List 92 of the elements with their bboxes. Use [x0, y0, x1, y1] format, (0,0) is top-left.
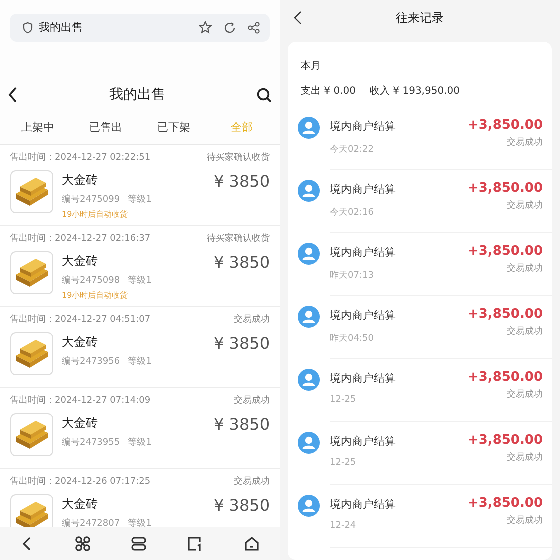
grade-label: 等级1 [128, 518, 152, 527]
product-name: 大金砖 [62, 172, 99, 189]
record-status: 交易成功 [506, 514, 543, 527]
tab[interactable]: 已售出 [72, 120, 140, 134]
command-icon[interactable] [74, 536, 91, 552]
amount: +3,850.00 [468, 370, 543, 385]
product-name: 大金砖 [62, 415, 99, 432]
tab[interactable]: 已下架 [140, 120, 208, 134]
record-title: 境内商户结算 [330, 119, 396, 134]
amount: +3,850.00 [468, 496, 543, 511]
order-status: 待买家确认收货 [207, 152, 270, 164]
record-status: 交易成功 [506, 326, 543, 338]
amount: +3,850.00 [468, 181, 543, 196]
record-time: 12-25 [330, 458, 358, 468]
price: ¥ 3850 [214, 334, 270, 353]
record-status: 交易成功 [506, 452, 543, 464]
avatar-icon [298, 243, 320, 265]
amount: +3,850.00 [468, 244, 543, 259]
tabs-icon[interactable] [187, 536, 204, 552]
period-label: 本月 [300, 60, 322, 74]
price: ¥ 3850 [214, 496, 270, 515]
grade-label: 等级1 [128, 436, 152, 449]
expense-total: 支出 ¥ 0.00 [301, 86, 356, 97]
sold-time: 售出时间：2024-12-27 02:22:51 [10, 152, 151, 164]
record-title: 境内商户结算 [330, 182, 396, 197]
sold-time: 售出时间：2024-12-27 04:51:07 [10, 314, 151, 326]
order-status: 交易成功 [234, 314, 270, 326]
serial-number: 编号2473956 [62, 356, 120, 368]
star-icon[interactable] [199, 21, 212, 34]
serial-number: 编号2473955 [62, 436, 120, 449]
record-time: 今天02:22 [330, 144, 375, 156]
record-time: 昨天04:50 [330, 332, 375, 345]
avatar-icon [298, 180, 320, 202]
avatar-icon [298, 432, 320, 454]
product-name: 大金砖 [62, 253, 99, 270]
record-time: 昨天07:13 [330, 270, 375, 282]
record-title: 境内商户结算 [330, 434, 396, 449]
sold-time: 售出时间：2024-12-26 07:17:25 [10, 476, 151, 488]
auto-receive-note: 19小时后自动收货 [62, 209, 130, 220]
stacked-bricks-drawing [10, 170, 54, 214]
grade-label: 等级1 [128, 194, 152, 206]
serial-number: 编号2475098 [62, 274, 120, 287]
stacked-bricks-drawing [10, 413, 54, 457]
price: ¥ 3850 [214, 253, 270, 272]
tab[interactable]: 上架中 [4, 120, 72, 134]
order-status: 交易成功 [234, 394, 270, 407]
sold-time: 售出时间：2024-12-27 02:16:37 [10, 232, 151, 245]
income-total: 收入 ¥ 193,950.00 [370, 86, 460, 97]
avatar-icon [298, 117, 320, 139]
serial-number: 编号2475099 [62, 194, 120, 206]
stacked-bricks-drawing [10, 332, 54, 376]
record-status: 交易成功 [506, 388, 543, 401]
order-status: 交易成功 [234, 476, 270, 488]
share-icon[interactable] [248, 22, 260, 34]
auto-receive-note: 19小时后自动收货 [62, 290, 130, 301]
back-icon[interactable] [8, 87, 18, 103]
record-time: 12-24 [330, 521, 358, 531]
record-title: 境内商户结算 [330, 497, 396, 512]
record-status: 交易成功 [506, 136, 543, 149]
screen-title: 往来记录 [396, 10, 444, 26]
amount: +3,850.00 [468, 433, 543, 448]
record-time: 12-25 [330, 395, 358, 405]
record-title: 境内商户结算 [330, 308, 396, 323]
refresh-icon[interactable] [224, 22, 236, 34]
avatar-icon [298, 306, 320, 328]
amount: +3,850.00 [468, 307, 543, 322]
search-icon[interactable] [257, 88, 272, 102]
price: ¥ 3850 [214, 172, 270, 191]
stacked-bars-icon[interactable] [130, 536, 147, 552]
page-title: 我的出售 [39, 20, 83, 35]
record-title: 境内商户结算 [330, 371, 396, 386]
product-name: 大金砖 [62, 334, 99, 351]
serial-number: 编号2472807 [62, 518, 120, 527]
grade-label: 等级1 [128, 274, 152, 287]
home-icon[interactable] [244, 536, 260, 552]
stacked-bricks-drawing [10, 251, 54, 295]
screen-title: 我的出售 [110, 86, 166, 104]
order-status: 待买家确认收货 [207, 232, 270, 245]
address-bar[interactable]: 我的出售 [10, 14, 270, 42]
product-name: 大金砖 [62, 496, 99, 513]
shield-icon [23, 22, 33, 34]
amount: +3,850.00 [468, 118, 543, 133]
price: ¥ 3850 [214, 415, 270, 434]
record-status: 交易成功 [506, 262, 543, 275]
avatar-icon [298, 495, 320, 517]
sold-time: 售出时间：2024-12-27 07:14:09 [10, 394, 151, 407]
back-icon[interactable] [294, 11, 302, 25]
grade-label: 等级1 [128, 356, 152, 368]
record-title: 境内商户结算 [330, 245, 396, 260]
avatar-icon [298, 369, 320, 391]
record-status: 交易成功 [506, 200, 543, 212]
record-time: 今天02:16 [330, 206, 375, 219]
